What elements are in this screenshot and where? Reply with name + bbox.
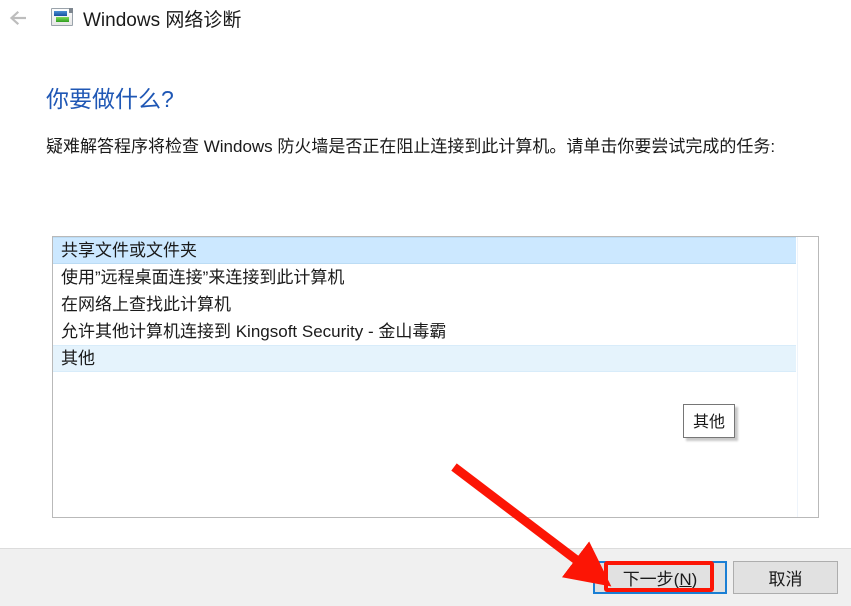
window-title: Windows 网络诊断 — [83, 9, 242, 31]
footer-bar: 下一步(N) 取消 — [0, 548, 851, 606]
list-item[interactable]: 允许其他计算机连接到 Kingsoft Security - 金山毒霸 — [53, 318, 796, 345]
content-area: 你要做什么? 疑难解答程序将检查 Windows 防火墙是否正在阻止连接到此计算… — [0, 36, 851, 548]
next-button[interactable]: 下一步(N) — [593, 561, 727, 594]
listbox-scrollbar[interactable] — [797, 237, 818, 517]
tooltip: 其他 — [683, 404, 736, 438]
task-list: 共享文件或文件夹 使用”远程桌面连接”来连接到此计算机 在网络上查找此计算机 允… — [53, 237, 796, 372]
instruction-text: 疑难解答程序将检查 Windows 防火墙是否正在阻止连接到此计算机。请单击你要… — [46, 137, 776, 156]
list-item[interactable]: 使用”远程桌面连接”来连接到此计算机 — [53, 264, 796, 291]
back-button[interactable] — [2, 0, 38, 36]
back-arrow-icon — [9, 10, 26, 26]
title-bar: Windows 网络诊断 — [0, 0, 851, 36]
list-item[interactable]: 共享文件或文件夹 — [53, 237, 796, 264]
list-item[interactable]: 其他 — [53, 345, 796, 372]
cancel-button[interactable]: 取消 — [733, 561, 838, 594]
page-heading: 你要做什么? — [46, 86, 174, 112]
task-listbox[interactable]: 共享文件或文件夹 使用”远程桌面连接”来连接到此计算机 在网络上查找此计算机 允… — [52, 236, 819, 518]
next-button-label: 下一步(N) — [622, 570, 698, 589]
list-item[interactable]: 在网络上查找此计算机 — [53, 291, 796, 318]
network-diagnostic-icon — [51, 8, 73, 28]
